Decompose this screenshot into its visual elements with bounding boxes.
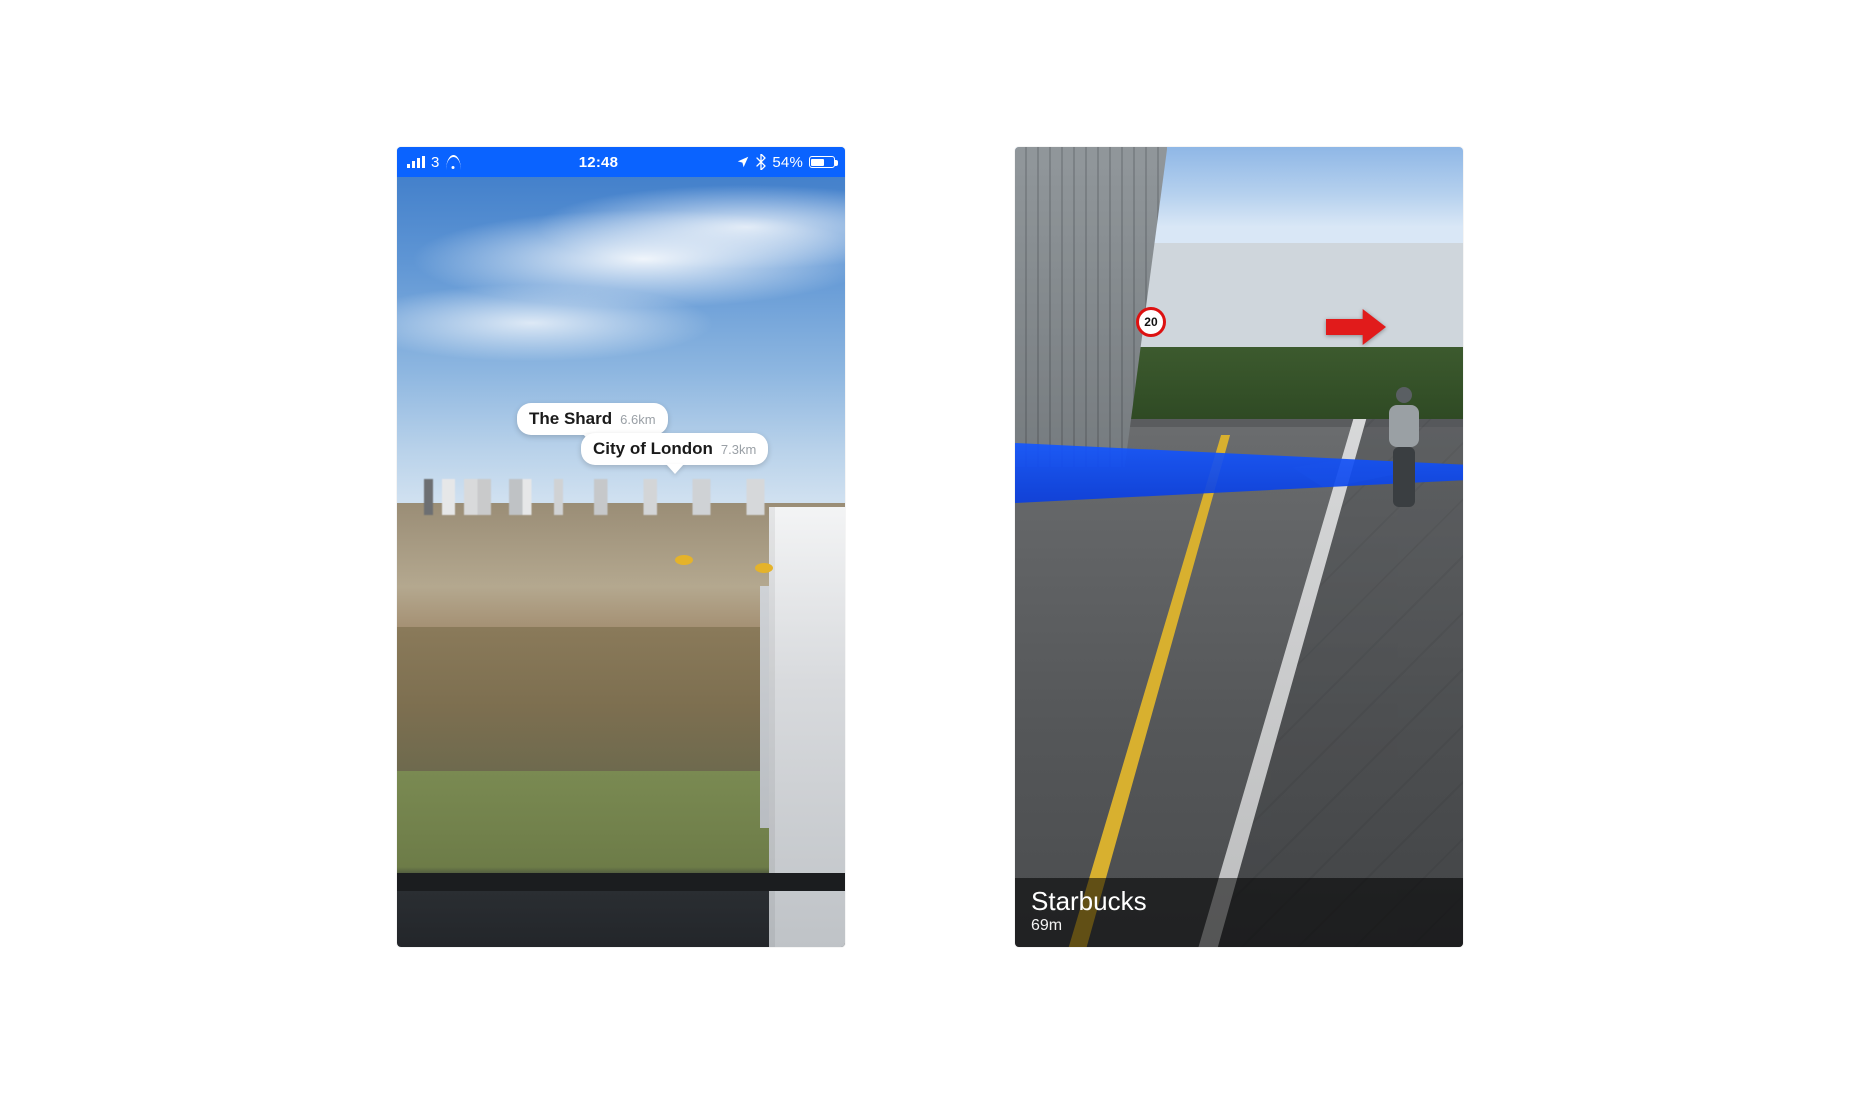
carrier-label: 3 [431, 154, 440, 171]
ios-status-bar: 3 12:48 54% [397, 147, 845, 177]
signal-strength-icon [407, 156, 425, 168]
poi-name: The Shard [529, 409, 612, 429]
battery-percent: 54% [772, 154, 803, 171]
poi-distance: 6.6km [620, 412, 655, 427]
ar-poi-the-shard[interactable]: The Shard 6.6km [517, 403, 668, 435]
screenshot-ar-landmarks: 3 12:48 54% The Shard 6.6km City of Lo [397, 147, 845, 947]
balcony-rail [397, 873, 845, 891]
battery-icon [809, 156, 835, 168]
clock: 12:48 [579, 154, 618, 171]
screenshot-ar-navigation: 20 Starbucks 69m [1015, 147, 1463, 947]
destination-banner[interactable]: Starbucks 69m [1015, 878, 1463, 947]
destination-distance: 69m [1031, 917, 1447, 935]
destination-name: Starbucks [1031, 888, 1447, 915]
poi-name: City of London [593, 439, 713, 459]
pedestrian [1381, 387, 1427, 537]
speed-limit-sign: 20 [1136, 307, 1166, 337]
location-arrow-icon [736, 155, 750, 169]
bluetooth-icon [756, 154, 766, 170]
turn-right-arrow-icon [1321, 307, 1391, 347]
wifi-icon [446, 155, 461, 170]
speed-limit-value: 20 [1144, 315, 1157, 329]
river-buoy [675, 555, 693, 565]
ar-poi-city-of-london[interactable]: City of London 7.3km [581, 433, 768, 465]
poi-distance: 7.3km [721, 442, 756, 457]
